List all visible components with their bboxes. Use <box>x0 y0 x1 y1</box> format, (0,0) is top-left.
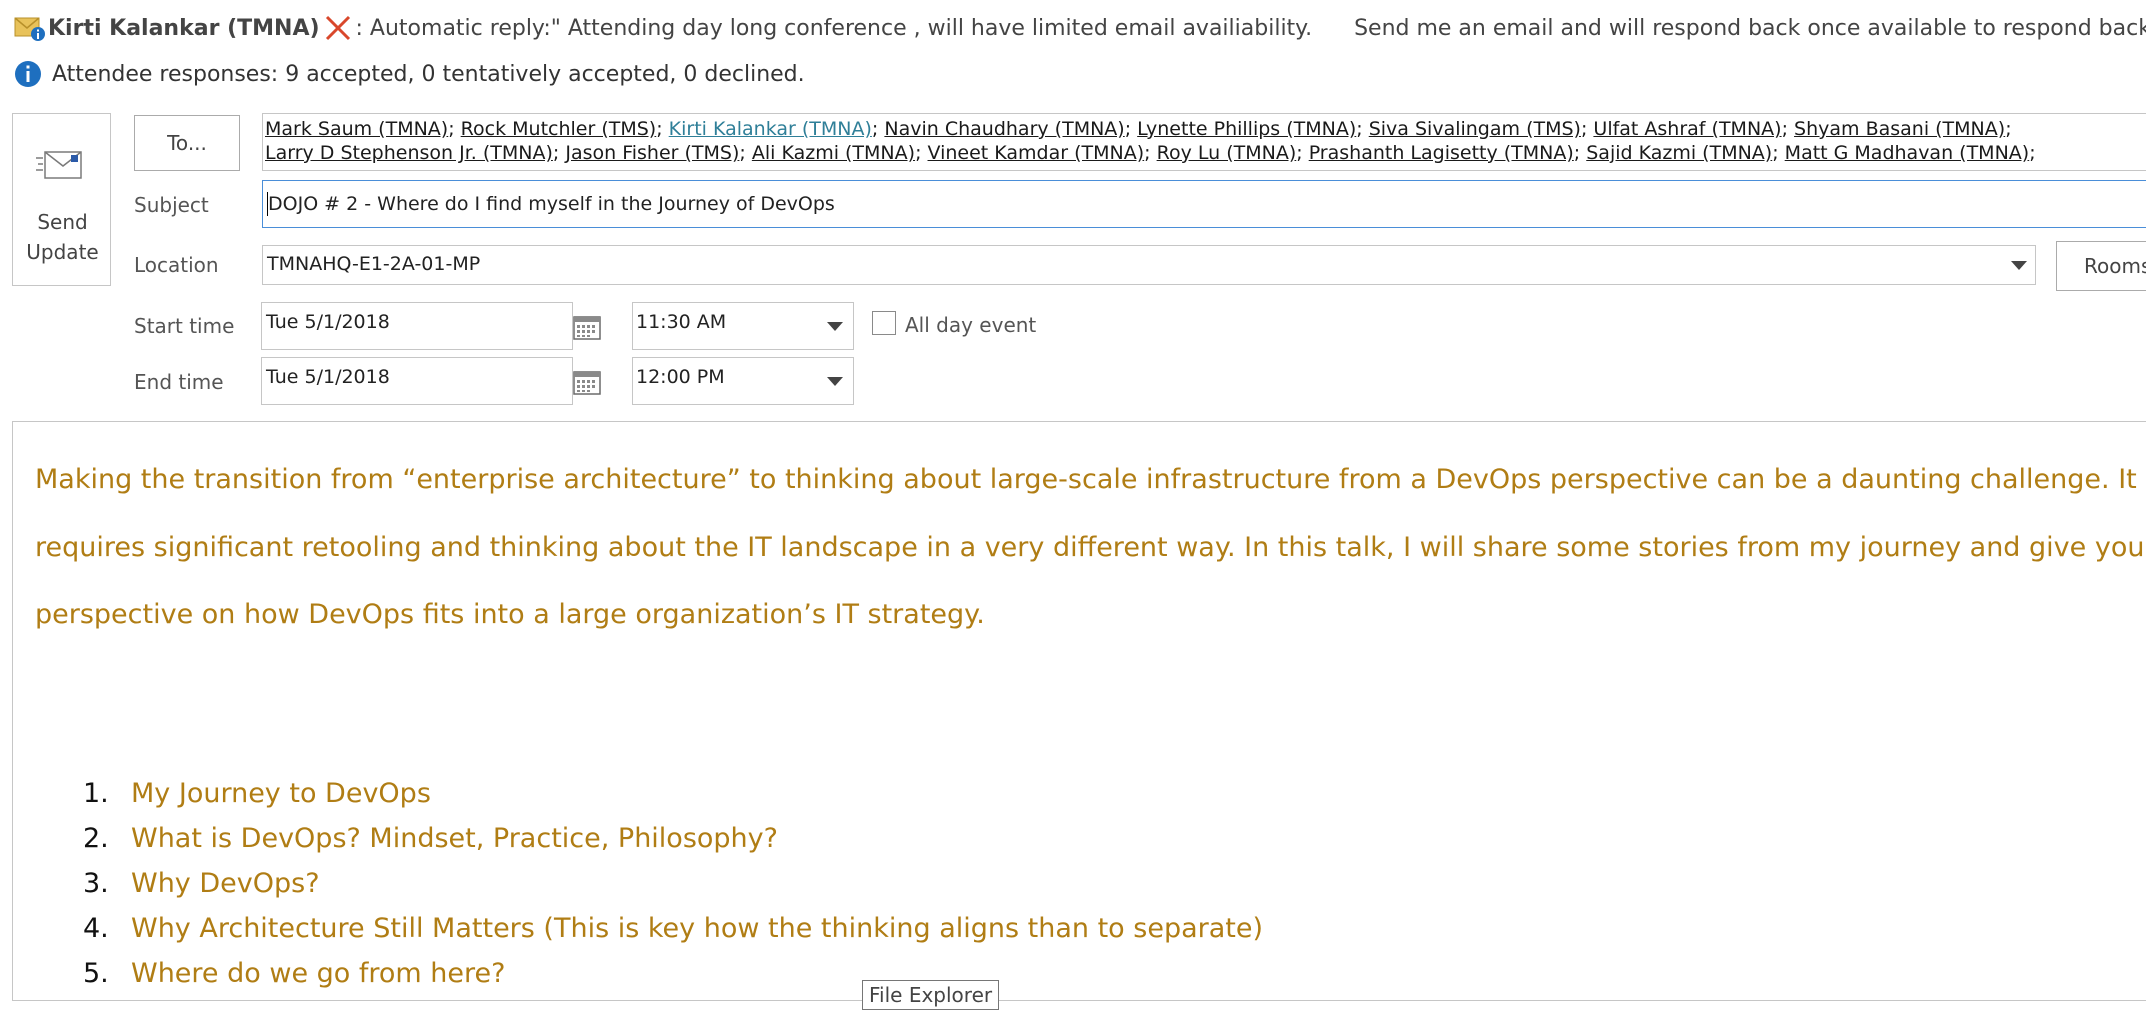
chevron-down-icon <box>827 322 843 331</box>
file-explorer-tooltip: File Explorer <box>862 980 1000 1010</box>
recipient-separator: ; <box>552 142 566 164</box>
end-time-select[interactable]: 12:00 PM <box>632 357 854 405</box>
recipient-chip[interactable]: Sajid Kazmi (TMNA) <box>1586 142 1772 164</box>
body-paragraph-line-3: perspective on how DevOps fits into a la… <box>35 599 985 630</box>
agenda-item: 5. Where do we go from here? <box>83 958 506 989</box>
recipient-chip[interactable]: Rock Mutchler (TMS) <box>461 118 657 140</box>
decline-x-icon <box>322 12 354 44</box>
auto-reply-bar: Kirti Kalankar (TMNA) : Automatic reply:… <box>14 10 2146 46</box>
recipient-separator: ; <box>448 118 461 140</box>
auto-reply-text: : Automatic reply:" Attending day long c… <box>355 15 1313 41</box>
subject-value: DOJO # 2 - Where do I find myself in the… <box>268 193 835 215</box>
recipient-separator: ; <box>1781 118 1795 140</box>
recipient-chip[interactable]: Roy Lu (TMNA) <box>1157 142 1297 164</box>
agenda-item: 3. Why DevOps? <box>83 868 320 899</box>
recipient-separator: ; <box>915 142 928 164</box>
recipient-chip[interactable]: Ulfat Ashraf (TMNA) <box>1593 118 1781 140</box>
info-icon <box>14 60 42 88</box>
send-envelope-icon <box>35 144 89 188</box>
recipient-chip[interactable]: Shyam Basani (TMNA) <box>1794 118 2005 140</box>
chevron-down-icon <box>827 377 843 386</box>
recipient-separator: ; <box>1772 142 1785 164</box>
all-day-checkbox[interactable] <box>872 311 896 335</box>
recipient-separator: ; <box>1573 142 1587 164</box>
end-time-label: End time <box>134 370 224 394</box>
start-date-input[interactable]: Tue 5/1/2018 <box>261 302 601 350</box>
recipient-chip[interactable]: Mark Saum (TMNA) <box>265 118 448 140</box>
recipient-chip[interactable]: Navin Chaudhary (TMNA) <box>884 118 1124 140</box>
recipient-separator: ; <box>1124 118 1138 140</box>
location-dropdown-icon[interactable] <box>2011 261 2027 270</box>
send-label-line1: Send <box>37 210 88 234</box>
recipient-chip[interactable]: Vineet Kamdar (TMNA) <box>928 142 1145 164</box>
recipient-chip[interactable]: Siva Sivalingam (TMS) <box>1369 118 1581 140</box>
end-date-input[interactable]: Tue 5/1/2018 <box>261 357 601 405</box>
recipient-chip[interactable]: Jason Fisher (TMS) <box>565 142 739 164</box>
start-date-value: Tue 5/1/2018 <box>266 311 390 333</box>
recipients-line-2: Larry D Stephenson Jr. (TMNA); Jason Fis… <box>265 142 2036 164</box>
recipient-separator: ; <box>871 118 885 140</box>
recipient-chip[interactable]: Kirti Kalankar (TMNA) <box>669 118 872 140</box>
auto-reply-sender: Kirti Kalankar (TMNA) <box>48 15 320 41</box>
recipient-chip[interactable]: Larry D Stephenson Jr. (TMNA) <box>265 142 553 164</box>
location-label: Location <box>134 253 219 277</box>
end-date-value: Tue 5/1/2018 <box>266 366 390 388</box>
body-paragraph-line-2: requires significant retooling and think… <box>35 532 2146 563</box>
message-body[interactable]: Making the transition from “enterprise a… <box>12 421 2146 1001</box>
attendee-responses-text: Attendee responses: 9 accepted, 0 tentat… <box>52 61 805 87</box>
send-update-button[interactable]: Send Update <box>12 113 111 286</box>
recipient-separator: ; <box>1356 118 1369 140</box>
start-time-value: 11:30 AM <box>636 311 727 333</box>
envelope-info-icon <box>14 14 46 42</box>
recipient-separator: ; <box>1580 118 1594 140</box>
start-time-label: Start time <box>134 314 235 338</box>
agenda-item: 1. My Journey to DevOps <box>83 778 431 809</box>
recipient-separator: ; <box>2005 118 2012 140</box>
all-day-label[interactable]: All day event <box>905 313 1036 337</box>
recipients-line-1: Mark Saum (TMNA); Rock Mutchler (TMS); K… <box>265 118 2012 140</box>
to-button[interactable]: To... <box>134 115 240 171</box>
recipient-separator: ; <box>739 142 752 164</box>
body-paragraph-line-1: Making the transition from “enterprise a… <box>35 464 2137 495</box>
start-time-select[interactable]: 11:30 AM <box>632 302 854 350</box>
calendar-icon[interactable] <box>573 369 601 395</box>
recipient-chip[interactable]: Matt G Madhavan (TMNA) <box>1785 142 2030 164</box>
subject-label: Subject <box>134 193 209 217</box>
attendee-responses-bar: Attendee responses: 9 accepted, 0 tentat… <box>14 56 805 92</box>
auto-reply-text-continued: Send me an email and will respond back o… <box>1354 15 2146 41</box>
recipient-chip[interactable]: Prashanth Lagisetty (TMNA) <box>1309 142 1574 164</box>
recipients-field[interactable]: Mark Saum (TMNA); Rock Mutchler (TMS); K… <box>262 113 2146 171</box>
send-label-line2: Update <box>26 240 99 264</box>
subject-input[interactable]: DOJO # 2 - Where do I find myself in the… <box>262 180 2146 228</box>
recipient-separator: ; <box>1296 142 1309 164</box>
location-input[interactable]: TMNAHQ-E1-2A-01-MP <box>262 245 2036 285</box>
agenda-item: 4. Why Architecture Still Matters (This i… <box>83 913 1264 944</box>
recipient-chip[interactable]: Lynette Phillips (TMNA) <box>1137 118 1356 140</box>
recipient-separator: ; <box>2029 142 2036 164</box>
recipient-separator: ; <box>1144 142 1157 164</box>
recipient-chip[interactable]: Ali Kazmi (TMNA) <box>752 142 915 164</box>
rooms-button[interactable]: Rooms <box>2056 241 2146 291</box>
agenda-item: 2. What is DevOps? Mindset, Practice, Phi… <box>83 823 778 854</box>
end-time-value: 12:00 PM <box>636 366 725 388</box>
recipient-separator: ; <box>656 118 669 140</box>
location-value: TMNAHQ-E1-2A-01-MP <box>267 253 481 275</box>
calendar-icon[interactable] <box>573 314 601 340</box>
